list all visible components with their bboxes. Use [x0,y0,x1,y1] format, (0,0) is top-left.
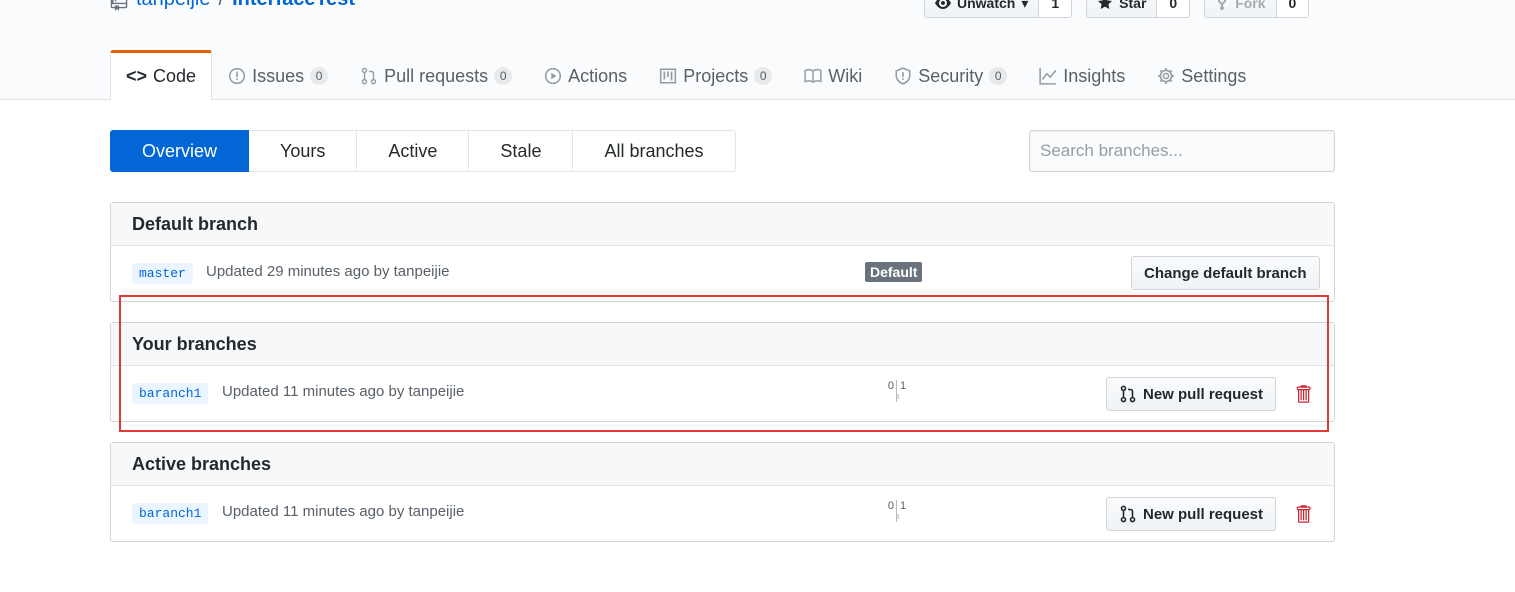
repo-name-link[interactable]: InterfaceTest [232,0,355,11]
star-button[interactable]: Star [1086,0,1158,18]
ahead-count: 1 [900,380,907,392]
tab-projects[interactable]: Projects 0 [643,50,788,100]
unwatch-label: Unwatch [957,0,1016,11]
tab-actions[interactable]: Actions [528,50,643,100]
repo-icon [110,0,128,11]
tab-security-label: Security [918,65,984,86]
branch-updated-text: Updated 29 minutes ago by tanpeijie [206,263,450,280]
forks-count[interactable]: 0 [1276,0,1310,18]
ahead-behind-indicator: 0 1 [885,500,909,526]
stars-count[interactable]: 0 [1157,0,1191,18]
trash-icon[interactable] [1294,504,1312,524]
new-pull-request-button[interactable]: New pull request [1106,497,1277,531]
issue-icon [228,67,246,85]
ahead-count: 1 [900,500,907,512]
subnav-stale[interactable]: Stale [469,130,574,172]
branch-updated-text: Updated 11 minutes ago by tanpeijie [222,383,465,400]
new-pull-request-label: New pull request [1143,385,1264,403]
tab-settings-label: Settings [1181,65,1247,86]
tab-issues-label: Issues [252,65,305,86]
subnav-active[interactable]: Active [357,130,470,172]
tab-code-label: Code [153,66,197,86]
behind-count: 0 [887,500,894,512]
tab-pull-requests-label: Pull requests [384,65,489,86]
subnav-all-branches[interactable]: All branches [573,130,736,172]
new-pull-request-button[interactable]: New pull request [1106,377,1277,411]
tab-security[interactable]: Security 0 [878,50,1023,100]
caret-down-icon: ▾ [1021,0,1029,11]
fork-label: Fork [1235,0,1266,11]
active-branches-box: Active branches baranch1 Updated 11 minu… [110,442,1335,542]
eye-icon [935,0,951,9]
your-branches-header: Your branches [111,323,1334,366]
pull-request-icon [1120,385,1136,403]
branch-row: baranch1 Updated 11 minutes ago by tanpe… [111,486,1334,541]
ahead-behind-indicator: 0 1 [885,380,909,406]
gear-icon [1158,68,1175,84]
projects-counter: 0 [754,67,773,85]
branch-row: master Updated 29 minutes ago by tanpeij… [111,246,1334,301]
tab-insights-label: Insights [1063,65,1126,86]
repo-separator: / [219,0,225,11]
your-branches-box: Your branches baranch1 Updated 11 minute… [110,322,1335,422]
unwatch-button[interactable]: Unwatch ▾ [924,0,1040,18]
pull-request-icon [1120,505,1136,523]
default-branch-box: Default branch master Updated 29 minutes… [110,202,1335,302]
repo-header: tanpeijie / InterfaceTest Unwatch ▾ 1 St… [0,0,1515,101]
search-branches-input[interactable] [1029,130,1335,172]
subnav-overview[interactable]: Overview [110,130,250,172]
branch-name-link[interactable]: master [132,263,193,284]
tab-projects-label: Projects [683,65,749,86]
tab-pull-requests[interactable]: Pull requests 0 [344,50,528,100]
branch-row: baranch1 Updated 11 minutes ago by tanpe… [111,366,1334,421]
branch-name-link[interactable]: baranch1 [132,383,209,404]
star-icon [1098,0,1113,9]
shield-icon [895,67,911,85]
book-icon [804,68,822,84]
fork-icon [1218,0,1227,11]
star-group: Star 0 [1086,0,1191,18]
new-pull-request-label: New pull request [1143,505,1264,523]
code-icon: <> [126,66,148,86]
pull-requests-counter: 0 [494,67,513,85]
tab-wiki-label: Wiki [828,65,863,86]
default-badge: Default [865,262,923,282]
branches-subnav: Overview Yours Active Stale All branches [110,130,736,172]
security-counter: 0 [989,67,1008,85]
pull-request-icon [361,67,377,85]
watch-group: Unwatch ▾ 1 [924,0,1073,18]
behind-count: 0 [887,380,894,392]
tab-issues[interactable]: Issues 0 [212,50,344,100]
branch-updated-text: Updated 11 minutes ago by tanpeijie [222,503,465,520]
tab-wiki[interactable]: Wiki [788,50,878,100]
repo-nav: <> Code Issues 0 Pull requests 0 Actions… [110,50,1262,101]
tab-code[interactable]: <> Code [110,50,213,101]
ahead-bar [897,394,899,399]
change-default-branch-label: Change default branch [1144,264,1307,282]
ahead-bar [897,514,899,519]
pagehead-actions: Unwatch ▾ 1 Star 0 Fork 0 [924,0,1310,18]
play-icon [545,67,562,85]
default-branch-header: Default branch [111,203,1334,246]
tab-insights[interactable]: Insights [1023,50,1141,100]
subnav-yours[interactable]: Yours [249,130,358,172]
repo-owner-link[interactable]: tanpeijie [136,0,211,11]
trash-icon[interactable] [1294,384,1312,404]
fork-group: Fork 0 [1204,0,1310,18]
repo-title: tanpeijie / InterfaceTest [110,0,355,11]
tab-actions-label: Actions [568,65,628,86]
change-default-branch-button[interactable]: Change default branch [1131,256,1320,290]
star-label: Star [1119,0,1147,11]
tab-settings[interactable]: Settings [1141,50,1262,100]
active-branches-header: Active branches [111,443,1334,486]
issues-counter: 0 [310,67,329,85]
graph-icon [1039,68,1057,85]
watchers-count[interactable]: 1 [1039,0,1073,18]
fork-button[interactable]: Fork [1204,0,1277,18]
project-icon [660,68,677,84]
branch-name-link[interactable]: baranch1 [132,503,209,524]
